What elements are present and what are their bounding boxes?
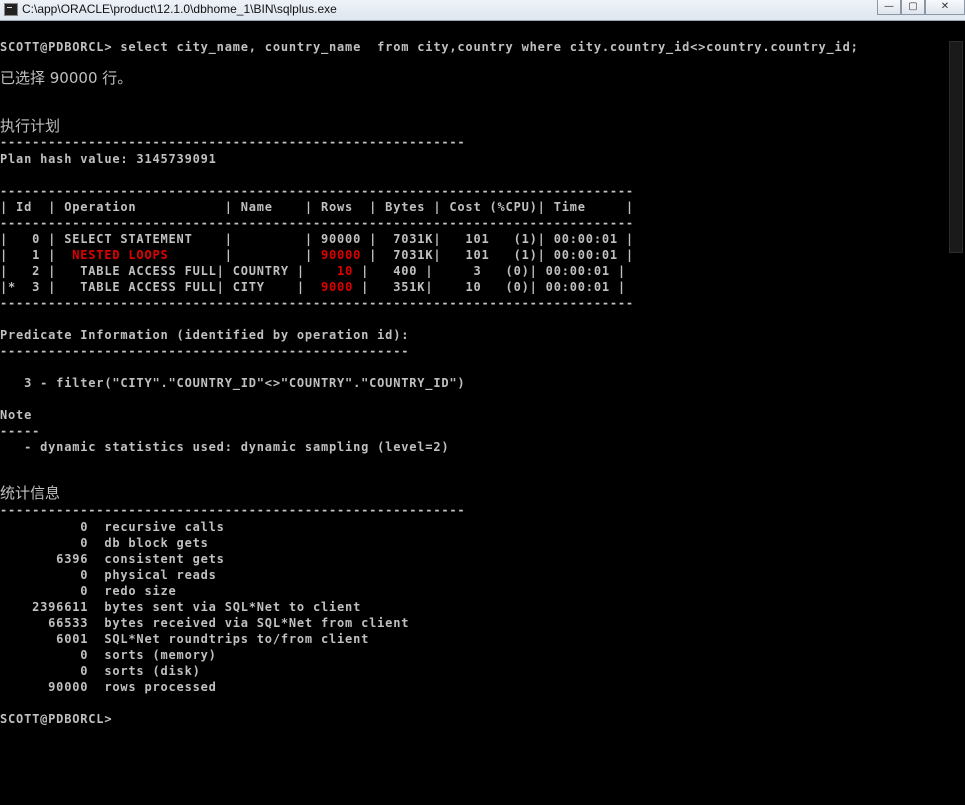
plan-row-3: |* 3 | TABLE ACCESS FULL| CITY | 9000 | … [0,280,626,294]
minimize-button[interactable]: — [877,0,901,15]
note-heading: Note [0,408,33,422]
maximize-button[interactable]: ▢ [901,0,925,15]
plan-hash-value: Plan hash value: 3145739091 [0,152,217,166]
window-controls: — ▢ ✕ [877,0,965,16]
plan-row-2: | 2 | TABLE ACCESS FULL| COUNTRY | 10 | … [0,264,626,278]
vertical-scrollbar[interactable] [948,21,965,805]
title-bar: C:\app\ORACLE\product\12.1.0\dbhome_1\BI… [0,0,965,21]
console-app-icon [4,3,18,16]
rows-highlight: 10 [312,264,354,278]
sql-command-line: SCOTT@PDBORCL> select city_name, country… [0,40,859,54]
predicate-filter: 3 - filter("CITY"."COUNTRY_ID"<>"COUNTRY… [0,376,466,390]
note-text: - dynamic statistics used: dynamic sampl… [0,440,450,454]
scrollbar-thumb[interactable] [949,41,963,253]
stat-line: 0 recursive calls [0,520,225,534]
rows-selected-message: 已选择 90000 行。 [0,69,133,87]
statistics-heading: 统计信息 [0,484,61,502]
sql-prompt[interactable]: SCOTT@PDBORCL> [0,711,112,727]
stat-line: 0 sorts (memory) [0,648,217,662]
stat-line: 0 physical reads [0,568,217,582]
stat-line: 0 sorts (disk) [0,664,201,678]
plan-table-rule-mid: ----------------------------------------… [0,216,634,230]
predicate-heading: Predicate Information (identified by ope… [0,328,410,342]
rows-highlight: 9000 [312,280,354,294]
plan-table-header: | Id | Operation | Name | Rows | Bytes |… [0,200,634,214]
plan-table-rule-bottom: ----------------------------------------… [0,296,634,310]
plan-row-0: | 0 | SELECT STATEMENT | | 90000 | 7031K… [0,232,634,246]
stat-line: 66533 bytes received via SQL*Net from cl… [0,616,410,630]
stat-line: 90000 rows processed [0,680,217,694]
nested-loops-highlight: NESTED LOOPS [64,248,169,262]
execution-plan-heading: 执行计划 [0,117,61,135]
plan-table-rule-top: ----------------------------------------… [0,184,634,198]
stat-line: 6001 SQL*Net roundtrips to/from client [0,632,370,646]
plan-row-1: | 1 | NESTED LOOPS | | 90000 | 7031K| 10… [0,248,634,262]
rows-highlight: 90000 [321,248,362,262]
stat-line: 0 db block gets [0,536,209,550]
close-button[interactable]: ✕ [925,0,965,15]
stat-line: 0 redo size [0,584,177,598]
stat-line: 6396 consistent gets [0,552,225,566]
statistics-rule: ----------------------------------------… [0,503,466,517]
window-title: C:\app\ORACLE\product\12.1.0\dbhome_1\BI… [22,2,337,16]
stat-line: 2396611 bytes sent via SQL*Net to client [0,600,362,614]
console-output[interactable]: SCOTT@PDBORCL> select city_name, country… [0,21,965,805]
predicate-rule: ----------------------------------------… [0,344,410,358]
note-rule: ----- [0,424,41,438]
plan-heading-rule: ----------------------------------------… [0,135,466,149]
